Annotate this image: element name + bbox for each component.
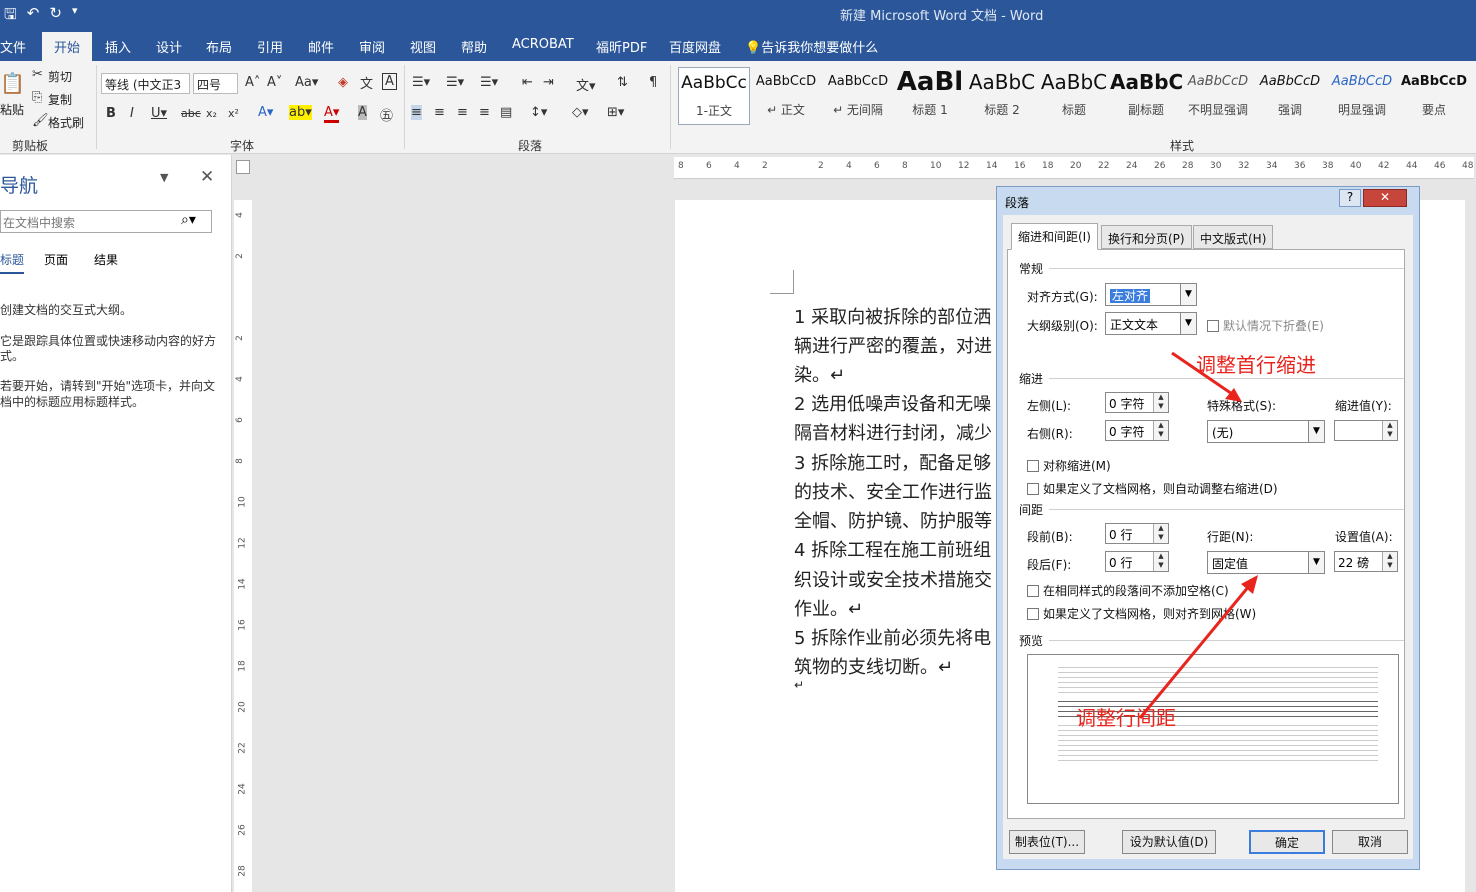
annotation-arrows: [1138, 351, 1258, 719]
annotation-line-spacing: 调整行间距: [1076, 706, 1176, 730]
arrow-line-spacing: [1138, 579, 1256, 719]
annotation-first-indent: 调整首行缩进: [1196, 353, 1316, 377]
